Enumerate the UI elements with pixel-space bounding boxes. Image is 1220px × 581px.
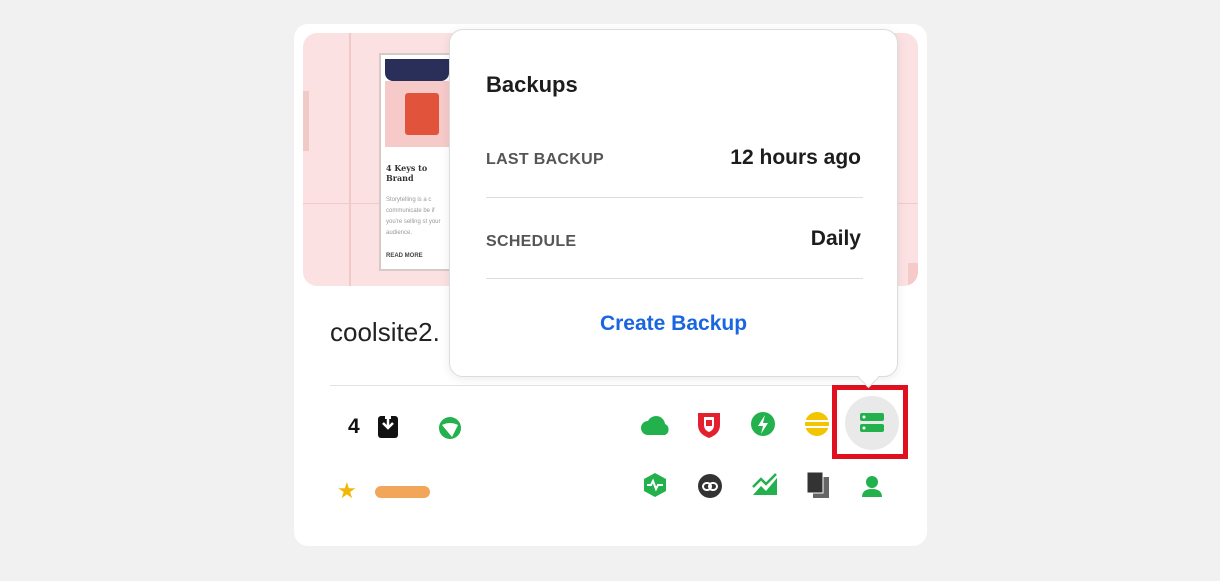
thumbnail-product-image xyxy=(405,93,439,135)
thumbnail-body: Storytelling is a c communicate be if yo… xyxy=(386,197,441,236)
thumbnail-grid-line xyxy=(349,33,351,286)
wordpress-icon[interactable] xyxy=(437,415,463,441)
download-icon[interactable] xyxy=(376,412,400,440)
backups-popover: Backups LAST BACKUP 12 hours ago SCHEDUL… xyxy=(449,29,898,389)
chart-icon[interactable] xyxy=(751,473,779,497)
backup-button[interactable] xyxy=(845,396,899,450)
popover-divider xyxy=(486,197,863,198)
tag-pill[interactable] xyxy=(375,486,430,498)
user-icon[interactable] xyxy=(860,474,884,498)
thumbnail-read-more: READ MORE xyxy=(386,253,423,259)
star-icon[interactable]: ★ xyxy=(337,480,357,502)
pages-icon[interactable] xyxy=(806,471,830,499)
thumbnail-heading: 4 Keys to Brand Storytelling xyxy=(386,163,428,183)
schedule-label: SCHEDULE xyxy=(486,233,577,250)
popover-title: Backups xyxy=(486,72,578,97)
schedule-value: Daily xyxy=(810,227,861,250)
popover-divider xyxy=(486,278,863,279)
card-divider xyxy=(330,385,895,386)
download-count: 4 xyxy=(348,415,360,438)
plugin-icon[interactable] xyxy=(804,411,830,437)
activity-icon[interactable] xyxy=(642,472,668,498)
thumbnail-accent xyxy=(908,263,918,286)
link-icon[interactable] xyxy=(697,473,723,499)
thumbnail-page: 4 Keys to Brand Storytelling Storytellin… xyxy=(379,53,454,271)
cloud-icon[interactable] xyxy=(640,412,672,438)
last-backup-label: LAST BACKUP xyxy=(486,151,604,168)
bolt-icon[interactable] xyxy=(749,410,777,438)
thumbnail-header-wave xyxy=(385,59,449,81)
site-name[interactable]: coolsite2. xyxy=(330,317,440,348)
shield-icon[interactable] xyxy=(695,410,723,440)
thumbnail-grid-line xyxy=(303,91,309,151)
last-backup-value: 12 hours ago xyxy=(730,146,861,169)
create-backup-link[interactable]: Create Backup xyxy=(450,312,897,336)
